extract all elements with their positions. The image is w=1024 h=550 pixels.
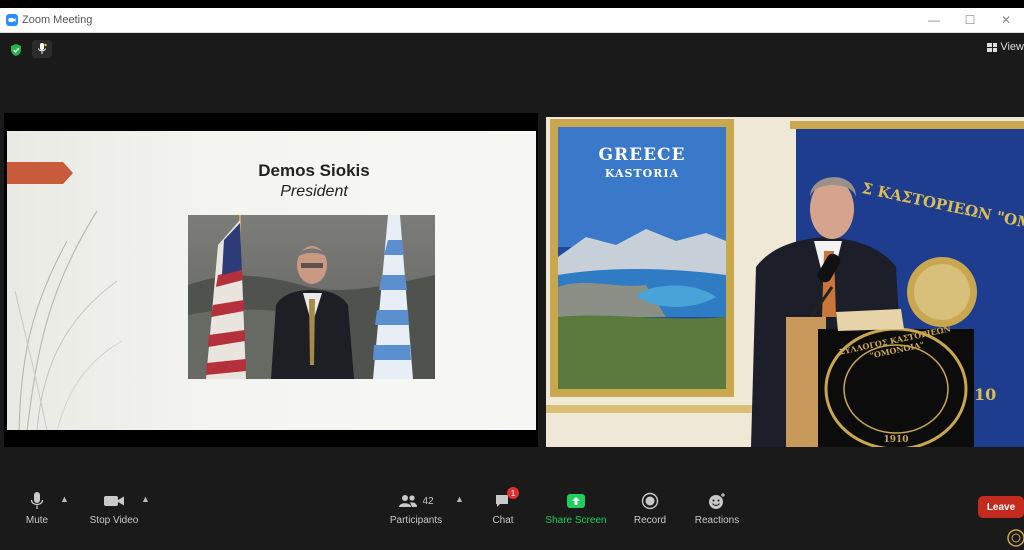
chat-unread-badge: 1 bbox=[507, 487, 519, 499]
video-camera-icon bbox=[103, 490, 125, 512]
title-arrow-shape bbox=[7, 162, 73, 184]
record-icon bbox=[641, 490, 659, 512]
poster-title: GREECE bbox=[598, 145, 686, 165]
smiley-icon bbox=[707, 490, 727, 512]
share-screen-button[interactable]: Share Screen bbox=[545, 490, 607, 535]
view-label: View bbox=[1000, 41, 1024, 53]
window-title: Zoom Meeting bbox=[22, 14, 93, 26]
slide-speaker-name: Demos Siokis bbox=[258, 161, 370, 180]
leave-button[interactable]: Leave bbox=[978, 496, 1024, 518]
mute-label: Mute bbox=[25, 515, 49, 526]
slide-speaker-role: President bbox=[280, 183, 348, 200]
chat-button[interactable]: 1 Chat bbox=[489, 487, 519, 535]
record-label: Record bbox=[633, 515, 667, 526]
zoom-app-icon bbox=[6, 14, 18, 26]
maximize-button[interactable]: ☐ bbox=[952, 8, 988, 32]
reactions-button[interactable]: Reactions bbox=[692, 490, 742, 535]
presentation-slide: Demos Siokis President bbox=[7, 131, 536, 430]
minimize-button[interactable]: — bbox=[916, 8, 952, 32]
stop-video-label: Stop Video bbox=[89, 515, 139, 526]
microphone-icon bbox=[30, 490, 44, 512]
reactions-label: Reactions bbox=[694, 515, 740, 526]
mic-status-icon[interactable] bbox=[32, 40, 52, 58]
share-screen-label: Share Screen bbox=[545, 515, 607, 526]
stop-video-button[interactable]: Stop Video bbox=[86, 490, 142, 535]
participants-icon: 42 bbox=[398, 490, 434, 512]
mute-button[interactable]: Mute bbox=[22, 490, 52, 535]
decorative-grass bbox=[14, 210, 123, 430]
window-titlebar: Zoom Meeting — ☐ ✕ bbox=[0, 8, 1024, 33]
participants-button[interactable]: 42 Participants bbox=[386, 490, 446, 535]
chat-icon: 1 bbox=[494, 487, 519, 512]
share-screen-icon bbox=[566, 490, 586, 512]
grid-view-icon bbox=[987, 42, 998, 52]
podium-seal-year: 1910 bbox=[883, 435, 909, 445]
banner-year: 10 bbox=[974, 385, 997, 404]
video-options-caret[interactable]: ▲ bbox=[141, 494, 150, 504]
record-button[interactable]: Record bbox=[631, 490, 669, 535]
organization-seal-icon bbox=[1007, 529, 1024, 547]
poster-subtitle: KASTORIA bbox=[604, 167, 680, 180]
view-button[interactable]: View bbox=[987, 40, 1024, 54]
window-controls: — ☐ ✕ bbox=[916, 8, 1024, 32]
top-edge bbox=[0, 0, 1024, 8]
security-shield-icon[interactable] bbox=[9, 43, 23, 57]
chat-label: Chat bbox=[492, 515, 514, 526]
close-button[interactable]: ✕ bbox=[988, 8, 1024, 32]
participants-label: Participants bbox=[389, 515, 443, 526]
mute-options-caret[interactable]: ▲ bbox=[60, 494, 69, 504]
participants-count: 42 bbox=[422, 495, 434, 507]
speaker-video-tile: GREECE KASTORIA Σ ΚΑΣΤΟΡΙΕΩΝ "ΟΜΟΝΟΙΑ" 1… bbox=[546, 117, 1024, 447]
speaker-photo bbox=[188, 215, 435, 379]
participants-options-caret[interactable]: ▲ bbox=[455, 494, 464, 504]
